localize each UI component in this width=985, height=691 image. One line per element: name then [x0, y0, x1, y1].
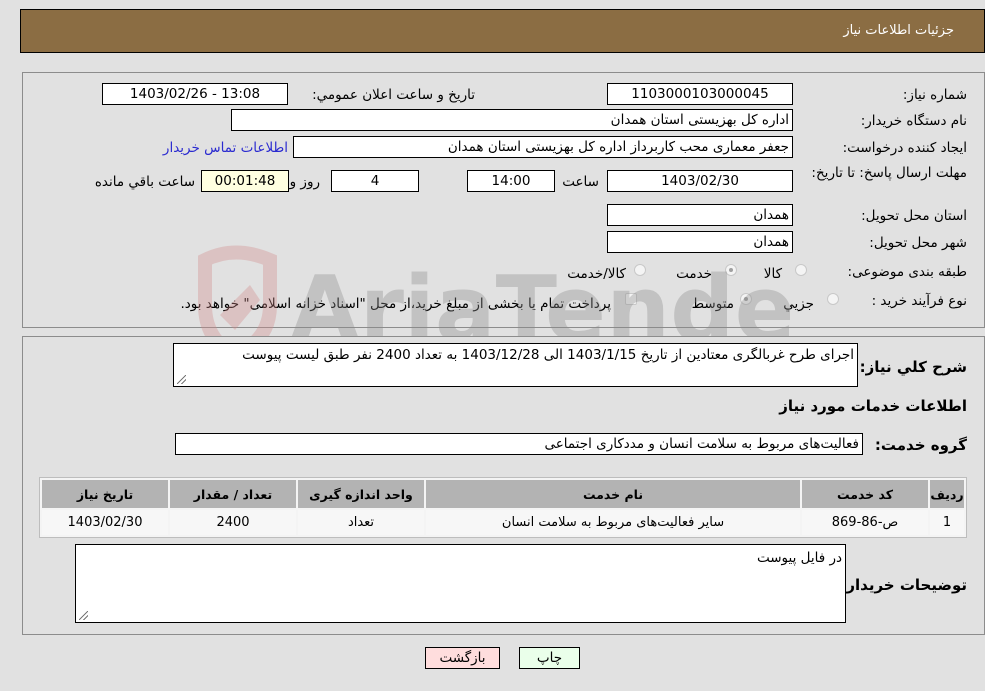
requester-label: ایجاد کننده درخواست: [842, 140, 967, 156]
deadline-date-field: 1403/02/30 [607, 170, 793, 192]
category-goods-service-radio[interactable] [634, 264, 646, 276]
announce-datetime-field: 1403/02/26 - 13:08 [102, 83, 288, 105]
delivery-city-field: همدان [607, 231, 793, 253]
buyer-notes-text: در فایل پیوست [756, 550, 842, 566]
services-heading: اطلاعات خدمات مورد نیاز [779, 397, 967, 415]
col-header-service-code: کد خدمت [802, 480, 928, 508]
service-group-field: فعالیت‌های مربوط به سلامت انسان و مددکار… [175, 433, 863, 455]
col-header-need-date: تاریخ نیاز [42, 480, 168, 508]
purchase-type-medium-label: متوسط [691, 296, 734, 312]
time-remaining-field: 00:01:48 [201, 170, 289, 192]
need-number-label: شماره نیاز: [902, 87, 967, 103]
services-table: ردیف کد خدمت نام خدمت واحد اندازه گیری ت… [39, 477, 967, 538]
buyer-notes-textarea[interactable]: در فایل پیوست [75, 544, 846, 623]
cell-service-name: سایر فعالیت‌های مربوط به سلامت انسان [426, 510, 800, 535]
table-row: 1 ص-86-869 سایر فعالیت‌های مربوط به سلام… [42, 510, 964, 535]
cell-quantity: 2400 [170, 510, 296, 535]
buyer-notes-label: توضیحات خریدار: [840, 576, 967, 594]
resize-grip-icon[interactable] [177, 375, 186, 384]
back-button[interactable]: بازگشت [425, 647, 500, 669]
page-title: جزئیات اطلاعات نیاز [843, 23, 954, 38]
resize-grip-icon[interactable] [79, 611, 88, 620]
service-group-label: گروه خدمت: [874, 436, 967, 454]
treasury-bonds-note: پرداخت تمام یا بخشی از مبلغ خرید،از محل … [180, 296, 611, 312]
category-label: طبقه بندی موضوعی: [847, 264, 967, 280]
buyer-org-field: اداره کل بهزیستی استان همدان [231, 109, 793, 131]
deadline-time-field: 14:00 [467, 170, 555, 192]
description-textarea[interactable]: اجرای طرح غربالگری معتادین از تاریخ 1403… [173, 343, 858, 387]
print-button[interactable]: چاپ [519, 647, 580, 669]
purchase-type-minor-label: جزيي [783, 296, 814, 312]
category-service-label: خدمت [676, 266, 712, 282]
col-header-row-number: ردیف [930, 480, 964, 508]
buyer-org-label: نام دستگاه خریدار: [860, 113, 967, 129]
treasury-bonds-checkbox[interactable] [625, 293, 637, 305]
category-goods-service-label: کالا/خدمت [567, 266, 626, 282]
deadline-label: مهلت ارسال پاسخ: تا تاریخ: [811, 165, 967, 181]
col-header-quantity: تعداد / مقدار [170, 480, 296, 508]
delivery-province-field: همدان [607, 204, 793, 226]
col-header-unit: واحد اندازه گیری [298, 480, 424, 508]
announce-datetime-label: تاریخ و ساعت اعلان عمومي: [312, 87, 475, 103]
days-remaining-field: 4 [331, 170, 419, 192]
purchase-type-medium-radio[interactable] [740, 293, 752, 305]
col-header-service-name: نام خدمت [426, 480, 800, 508]
category-service-radio[interactable] [725, 264, 737, 276]
category-goods-radio[interactable] [795, 264, 807, 276]
cell-unit: تعداد [298, 510, 424, 535]
table-header-row: ردیف کد خدمت نام خدمت واحد اندازه گیری ت… [42, 480, 964, 508]
buyer-contact-link[interactable]: اطلاعات تماس خریدار [163, 140, 288, 156]
need-number-field: 1103000103000045 [607, 83, 793, 105]
purchase-type-label: نوع فرآیند خرید : [871, 293, 967, 309]
deadline-time-label: ساعت [562, 174, 599, 190]
cell-need-date: 1403/02/30 [42, 510, 168, 535]
delivery-city-label: شهر محل تحویل: [869, 235, 967, 251]
category-goods-label: کالا [763, 266, 782, 282]
requester-field: جعفر معماری محب کاربرداز اداره کل بهزیست… [293, 136, 793, 158]
description-text: اجرای طرح غربالگری معتادین از تاریخ 1403… [242, 347, 854, 363]
purchase-type-minor-radio[interactable] [827, 293, 839, 305]
days-label: روز و [289, 174, 320, 190]
cell-row-number: 1 [930, 510, 964, 535]
description-label: شرح كلي نياز: [859, 358, 967, 376]
page-header: جزئیات اطلاعات نیاز [20, 9, 985, 53]
time-remaining-label: ساعت باقي مانده [94, 174, 195, 190]
delivery-province-label: استان محل تحویل: [861, 208, 967, 224]
cell-service-code: ص-86-869 [802, 510, 928, 535]
